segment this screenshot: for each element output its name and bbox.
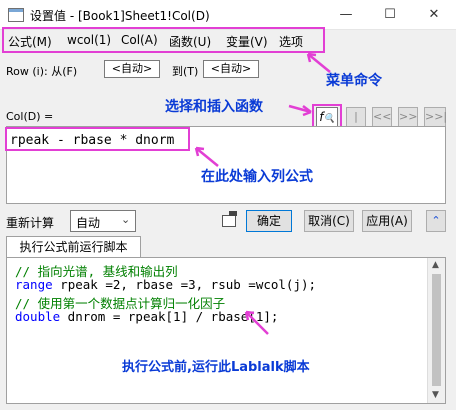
recalc-select[interactable]: 自动 ⌄: [70, 210, 136, 232]
script-line-2: range rpeak =2, rbase =3, rsub =wcol(j);: [15, 277, 317, 292]
script-toggle-icon[interactable]: [220, 210, 238, 230]
row-to-field[interactable]: <自动>: [203, 60, 259, 78]
row-range-label: Row (i): 从(F): [6, 65, 78, 78]
script-callout-arrow: [244, 310, 269, 335]
close-icon[interactable]: ✕: [412, 0, 456, 30]
ok-button[interactable]: 确定: [246, 210, 292, 232]
cancel-button[interactable]: 取消(C): [304, 210, 354, 232]
nav-next-button[interactable]: >>: [398, 107, 418, 127]
magnifier-icon: 🔍: [323, 114, 335, 124]
apply-button[interactable]: 应用(A): [362, 210, 412, 232]
collapse-icon[interactable]: ⌃: [426, 210, 446, 232]
menu-callout: 菜单命令: [326, 73, 382, 89]
scroll-down-icon[interactable]: ▼: [432, 390, 439, 400]
window-title: 设置值 - [Book1]Sheet1!Col(D): [30, 9, 210, 23]
recalc-label: 重新计算: [6, 216, 55, 230]
formula-callout: 在此处输入列公式: [201, 169, 313, 185]
row-to-label: 到(T): [172, 65, 199, 78]
script-editor[interactable]: // 指向光谱, 基线和输出列 range rpeak =2, rbase =3…: [6, 257, 446, 404]
script-scrollbar[interactable]: ▲ ▼: [427, 258, 445, 403]
row-from-field[interactable]: <自动>: [104, 60, 160, 78]
nav-first-button[interactable]: |<<: [346, 107, 366, 141]
chevron-down-icon: ⌄: [121, 213, 131, 226]
script-callout: 执行公式前,运行此Lablalk脚本: [122, 360, 310, 375]
tab-script[interactable]: 执行公式前运行脚本: [6, 236, 141, 258]
insert-function-button[interactable]: f🔍: [316, 107, 338, 127]
minimize-icon[interactable]: —: [324, 0, 368, 30]
app-icon: [8, 8, 24, 22]
col-label: Col(D) =: [6, 110, 54, 123]
nav-last-button[interactable]: >>|: [424, 107, 447, 127]
function-callout: 选择和插入函数: [165, 99, 263, 115]
recalc-value: 自动: [76, 216, 101, 230]
title-bar: 设置值 - [Book1]Sheet1!Col(D) — ☐ ✕: [0, 0, 456, 30]
scroll-thumb[interactable]: [432, 274, 441, 386]
formula-highlight-box: [5, 127, 190, 151]
maximize-icon[interactable]: ☐: [368, 0, 412, 30]
scroll-up-icon[interactable]: ▲: [432, 260, 439, 270]
menu-highlight-box: [2, 27, 325, 53]
nav-prev-button[interactable]: <<: [372, 107, 392, 127]
